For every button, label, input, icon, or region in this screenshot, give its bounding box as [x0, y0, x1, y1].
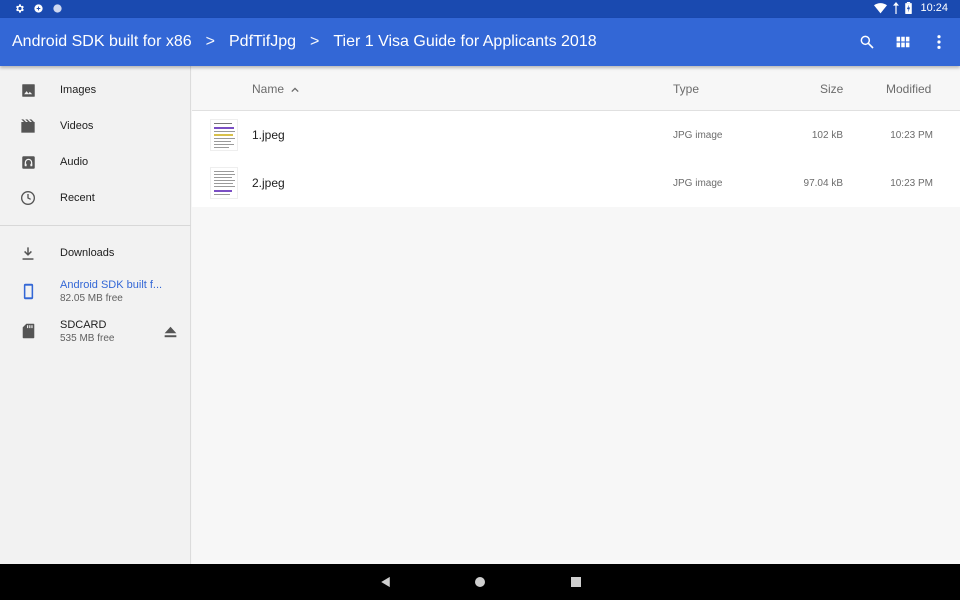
file-name: 1.jpeg — [252, 128, 285, 142]
circle-icon — [52, 3, 63, 14]
file-list: 1.jpeg JPG image 102 kB 10:23 PM 2.jpeg … — [192, 111, 960, 207]
image-icon — [19, 81, 37, 99]
battery-icon — [905, 2, 913, 14]
list-item[interactable]: 1.jpeg JPG image 102 kB 10:23 PM — [192, 111, 960, 159]
sidebar-item-sublabel: 82.05 MB free — [60, 293, 123, 304]
sidebar-item-videos[interactable]: Videos — [0, 109, 191, 143]
download-icon — [19, 244, 37, 262]
eject-icon[interactable] — [164, 325, 177, 343]
back-icon[interactable] — [376, 573, 394, 591]
file-size: 97.04 kB — [803, 178, 843, 189]
image-thumbnail — [210, 167, 238, 199]
arrow-icon — [893, 2, 900, 14]
file-browser: Name Type Size Modified 1.jpeg JPG image… — [192, 66, 960, 564]
sidebar-item-device[interactable]: Android SDK built f... 82.05 MB free — [0, 272, 191, 310]
sidebar-item-label: SDCARD — [60, 319, 107, 331]
column-type[interactable]: Type — [673, 82, 699, 96]
breadcrumb-folder[interactable]: PdfTifJpg — [229, 33, 296, 51]
sync-icon — [33, 3, 44, 14]
phone-icon — [19, 282, 37, 300]
breadcrumb-separator: > — [310, 33, 320, 50]
wifi-icon — [874, 2, 888, 14]
status-bar: 10:24 — [0, 0, 960, 18]
recents-icon[interactable] — [567, 573, 585, 591]
sidebar-item-label: Images — [60, 84, 97, 96]
home-icon[interactable] — [471, 573, 489, 591]
breadcrumb: Android SDK built for x86 > PdfTifJpg > … — [12, 18, 597, 66]
sidebar-divider — [0, 225, 191, 226]
more-vert-icon[interactable] — [928, 31, 950, 53]
column-modified[interactable]: Modified — [886, 82, 931, 96]
breadcrumb-device[interactable]: Android SDK built for x86 — [12, 33, 192, 51]
file-modified: 10:23 PM — [890, 178, 933, 189]
sidebar: Images Videos Audio Recent Downloads And… — [0, 66, 191, 564]
sidebar-item-images[interactable]: Images — [0, 73, 191, 107]
file-type: JPG image — [673, 130, 723, 141]
sidebar-item-sublabel: 535 MB free — [60, 333, 115, 344]
column-size[interactable]: Size — [820, 82, 843, 96]
breadcrumb-current[interactable]: Tier 1 Visa Guide for Applicants 2018 — [333, 33, 596, 51]
app-bar: Android SDK built for x86 > PdfTifJpg > … — [0, 18, 960, 66]
search-icon[interactable] — [856, 31, 878, 53]
sidebar-item-label: Audio — [60, 156, 89, 168]
list-item[interactable]: 2.jpeg JPG image 97.04 kB 10:23 PM — [192, 159, 960, 207]
sdcard-icon — [19, 322, 37, 340]
sidebar-item-audio[interactable]: Audio — [0, 145, 191, 179]
video-icon — [19, 117, 37, 135]
system-nav-bar — [0, 564, 960, 600]
file-type: JPG image — [673, 178, 723, 189]
file-name: 2.jpeg — [252, 176, 285, 190]
audio-icon — [19, 153, 37, 171]
gear-icon — [14, 3, 25, 14]
sidebar-item-downloads[interactable]: Downloads — [0, 236, 191, 270]
sidebar-item-recent[interactable]: Recent — [0, 181, 191, 215]
column-name[interactable]: Name — [252, 82, 300, 96]
column-header: Name Type Size Modified — [192, 66, 960, 111]
file-size: 102 kB — [811, 130, 843, 141]
status-time: 10:24 — [920, 2, 948, 14]
file-modified: 10:23 PM — [890, 130, 933, 141]
sidebar-item-label: Recent — [60, 192, 95, 204]
sidebar-item-label: Videos — [60, 120, 94, 132]
image-thumbnail — [210, 119, 238, 151]
sidebar-item-label: Android SDK built f... — [60, 279, 163, 291]
sidebar-item-label: Downloads — [60, 247, 115, 259]
breadcrumb-separator: > — [205, 33, 215, 50]
grid-view-icon[interactable] — [892, 31, 914, 53]
sidebar-item-sdcard[interactable]: SDCARD 535 MB free — [0, 312, 191, 350]
clock-icon — [19, 189, 37, 207]
sort-up-icon — [291, 87, 300, 92]
